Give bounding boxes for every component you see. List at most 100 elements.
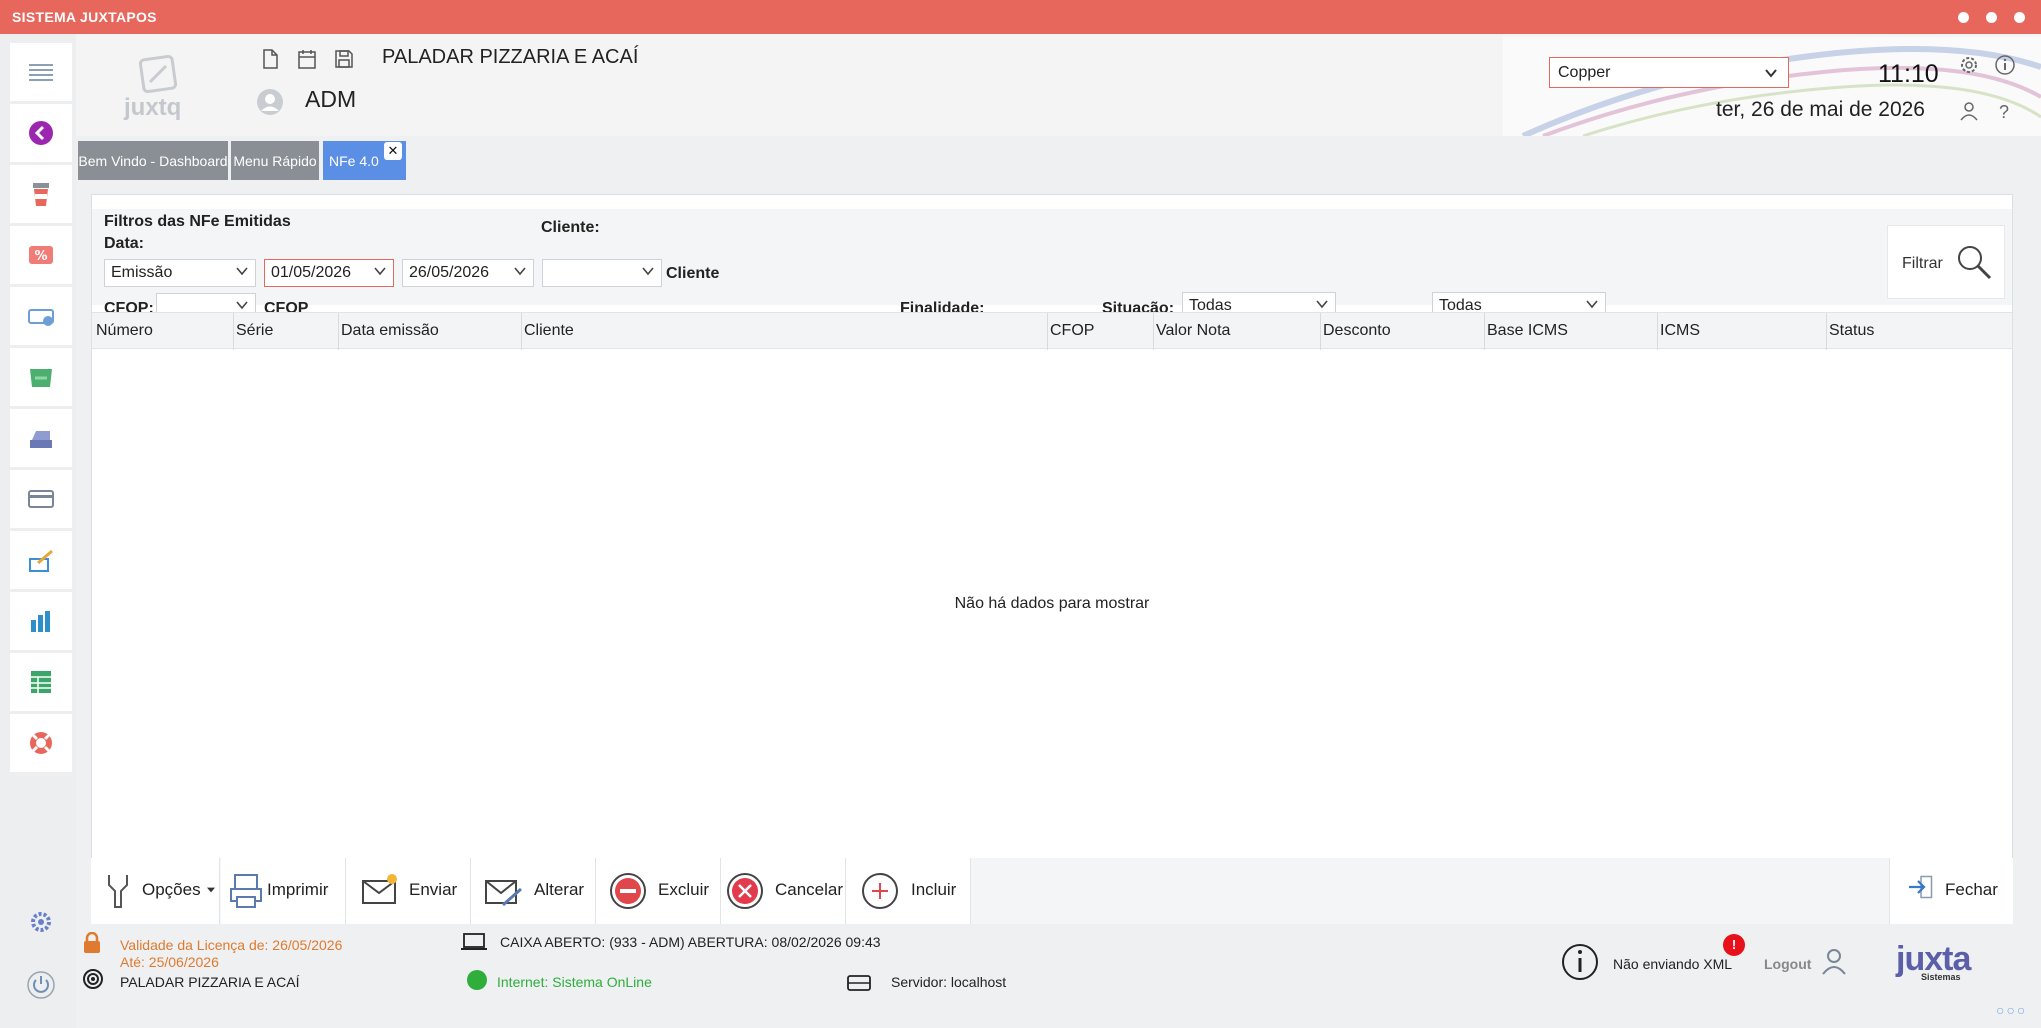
col-cfop[interactable]: CFOP	[1050, 322, 1094, 340]
main-panel: Filtros das NFe Emitidas Data: Cliente: …	[91, 194, 2013, 924]
opcoes-label: Opções	[142, 880, 201, 899]
card-icon[interactable]	[10, 470, 72, 528]
chart-icon[interactable]	[10, 592, 72, 650]
alterar-label: Alterar	[534, 880, 585, 899]
data-type-value: Emissão	[111, 264, 173, 281]
register-icon[interactable]	[10, 409, 72, 467]
window-dot-3[interactable]	[2014, 12, 2025, 23]
settings-icon[interactable]	[10, 893, 72, 951]
product-bag-icon[interactable]	[10, 348, 72, 406]
date-to-value: 26/05/2026	[409, 264, 490, 281]
col-numero[interactable]: Número	[96, 322, 153, 340]
power-icon[interactable]	[10, 956, 72, 1014]
chevron-down-icon	[374, 267, 386, 276]
cliente-label: Cliente:	[541, 219, 600, 236]
date-to-field[interactable]: 26/05/2026	[402, 259, 534, 287]
window-dot-2[interactable]	[1986, 12, 1997, 23]
license-validity: Validade da Licença de: 26/05/2026	[120, 937, 343, 953]
col-serie[interactable]: Série	[236, 322, 273, 340]
edit-icon[interactable]	[10, 531, 72, 589]
save-icon[interactable]	[333, 48, 355, 75]
filters-panel: Filtros das NFe Emitidas Data: Cliente: …	[92, 209, 2012, 321]
laptop-icon	[460, 932, 488, 957]
more-dots-icon[interactable]: ○○○	[1996, 1002, 2027, 1018]
status-company: PALADAR PIZZARIA E ACAÍ	[120, 974, 300, 990]
xml-status: Não enviando XML	[1613, 956, 1733, 972]
imprimir-button[interactable]: Imprimir	[221, 858, 346, 924]
fechar-button[interactable]: Fechar	[1889, 858, 2013, 924]
header: juxtq PALADAR PIZZARIA E ACAÍ ADM Copper…	[76, 34, 2041, 136]
user-avatar-icon	[256, 88, 284, 116]
company-name: PALADAR PIZZARIA E ACAÍ	[382, 46, 639, 68]
action-toolbar: Opções Imprimir Enviar Alterar Excluir C…	[91, 858, 2013, 924]
enviar-button[interactable]: Enviar	[346, 858, 471, 924]
logout-user-icon[interactable]	[1821, 948, 1847, 981]
opcoes-button[interactable]: Opções	[91, 858, 220, 924]
enviar-label: Enviar	[409, 880, 458, 899]
calendar-icon[interactable]	[296, 48, 318, 75]
cliente-select[interactable]	[542, 259, 662, 287]
col-valor-nota[interactable]: Valor Nota	[1156, 322, 1230, 340]
svg-text:%: %	[34, 249, 47, 264]
status-bar: Validade da Licença de: 26/05/2026 Até: …	[76, 926, 2041, 1028]
printer-icon	[230, 874, 262, 908]
license-until: Até: 25/06/2026	[120, 954, 219, 970]
gear-icon[interactable]	[1958, 54, 1980, 81]
close-tab-icon[interactable]: ✕	[384, 142, 402, 160]
exit-icon	[1909, 875, 1933, 899]
menu-icon[interactable]	[10, 43, 72, 101]
alterar-button[interactable]: Alterar	[471, 858, 596, 924]
lock-icon	[82, 931, 102, 959]
support-icon[interactable]	[10, 714, 72, 772]
imprimir-label: Imprimir	[267, 880, 329, 899]
col-desconto[interactable]: Desconto	[1323, 322, 1391, 340]
date-from-value: 01/05/2026	[271, 264, 352, 281]
back-icon[interactable]	[10, 104, 72, 162]
plus-circle-icon	[862, 873, 898, 909]
filtrar-button[interactable]: Filtrar	[1887, 225, 2005, 299]
col-base-icms[interactable]: Base ICMS	[1487, 322, 1568, 340]
server-status: Servidor: localhost	[891, 974, 1007, 990]
chevron-down-icon	[1316, 300, 1328, 309]
tab-menu-rapido[interactable]: Menu Rápido	[231, 141, 319, 180]
col-cliente[interactable]: Cliente	[524, 322, 574, 340]
data-type-select[interactable]: Emissão	[104, 259, 256, 287]
date-from-field[interactable]: 01/05/2026	[264, 259, 394, 287]
excluir-label: Excluir	[658, 880, 710, 899]
col-status[interactable]: Status	[1829, 322, 1874, 340]
theme-select[interactable]: Copper	[1549, 57, 1789, 88]
logo-text: juxtq	[124, 94, 182, 121]
col-data-emissao[interactable]: Data emissão	[341, 322, 439, 340]
info-circle-icon[interactable]	[1560, 942, 1600, 987]
theme-select-value: Copper	[1558, 64, 1611, 81]
caixa-status: CAIXA ABERTO: (933 - ADM) ABERTURA: 08/0…	[500, 934, 881, 950]
discount-icon[interactable]: %	[10, 226, 72, 284]
new-file-icon[interactable]	[259, 48, 281, 75]
help-icon[interactable]: ?	[1999, 102, 2009, 123]
tab-nfe-label: NFe 4.0	[329, 153, 379, 169]
cup-icon[interactable]	[10, 165, 72, 223]
info-icon[interactable]	[1994, 54, 2016, 81]
search-icon	[1958, 246, 1992, 280]
cancelar-label: Cancelar	[775, 880, 844, 899]
mail-icon	[362, 874, 397, 904]
chevron-down-icon	[236, 267, 248, 276]
spreadsheet-icon[interactable]	[10, 653, 72, 711]
col-icms[interactable]: ICMS	[1660, 322, 1700, 340]
chevron-down-icon	[514, 267, 526, 276]
cliente-text: Cliente	[666, 265, 720, 282]
user-icon[interactable]	[1958, 100, 1980, 127]
excluir-button[interactable]: Excluir	[596, 858, 721, 924]
card-machine-icon[interactable]	[10, 287, 72, 345]
current-date: ter, 26 de mai de 2026	[1716, 98, 1925, 121]
incluir-button[interactable]: Incluir	[846, 858, 971, 924]
filtrar-label: Filtrar	[1902, 255, 1943, 272]
window-dot-1[interactable]	[1958, 12, 1969, 23]
logout-label[interactable]: Logout	[1764, 956, 1811, 972]
server-icon	[846, 970, 872, 997]
empty-message: Não há dados para mostrar	[954, 595, 1150, 612]
minus-circle-icon	[610, 873, 646, 909]
sidebar: %	[0, 34, 76, 1028]
tab-dashboard[interactable]: Bem Vindo - Dashboard	[78, 141, 228, 180]
cancelar-button[interactable]: Cancelar	[721, 858, 846, 924]
